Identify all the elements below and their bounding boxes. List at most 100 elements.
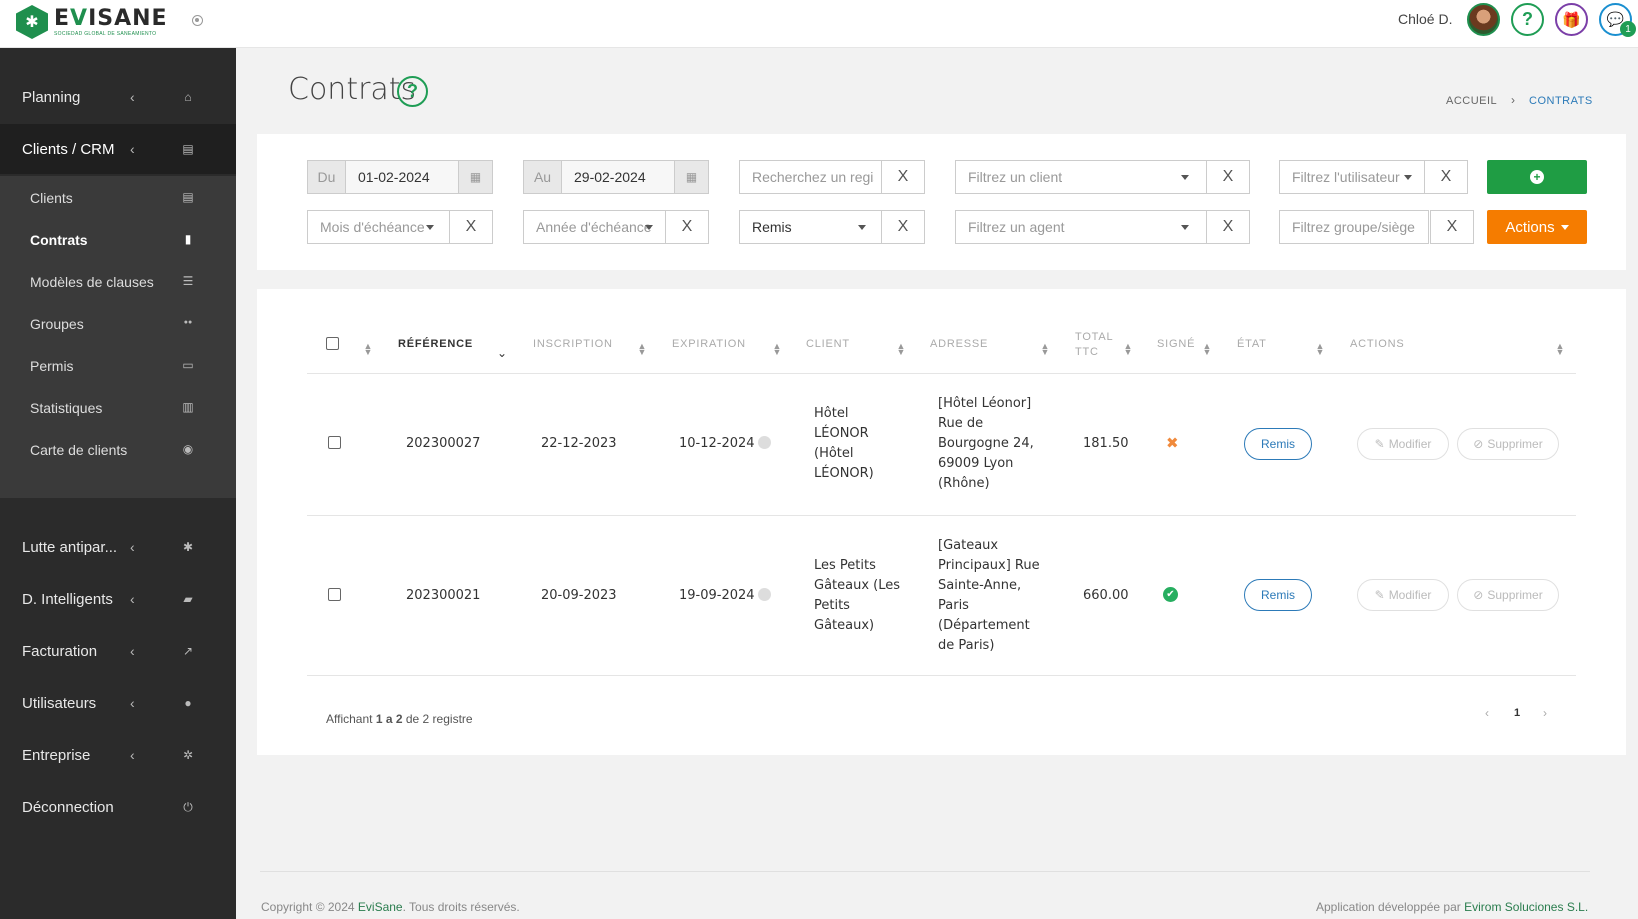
sort-icon[interactable]: ▲ ▼	[363, 342, 373, 357]
sort-icon[interactable]: ▲ ▼	[1315, 342, 1325, 357]
sort-icon[interactable]: ▲ ▼	[1123, 342, 1133, 357]
pager-page-1[interactable]: 1	[1514, 707, 1520, 719]
row-reference[interactable]: 202300027	[406, 434, 480, 454]
month-filter-select[interactable]: Mois d'échéance	[307, 210, 450, 244]
add-contract-button[interactable]: +	[1487, 160, 1587, 194]
date-from-field[interactable]: Du 01-02-2024 ▦	[307, 160, 493, 194]
gear-icon: ✲	[182, 748, 194, 762]
row-client[interactable]: Hôtel LÉONOR (Hôtel LÉONOR)	[814, 404, 874, 484]
actions-dropdown-button[interactable]: Actions	[1487, 210, 1587, 244]
clear-agent-button[interactable]: X	[1206, 210, 1250, 244]
submenu-item-carte-de-clients[interactable]: Carte de clients ◉	[0, 430, 236, 470]
header-signe[interactable]: SIGNÉ	[1157, 338, 1195, 350]
clear-user-button[interactable]: X	[1424, 160, 1468, 194]
clear-state-button[interactable]: X	[881, 210, 925, 244]
help-icon[interactable]: ?	[397, 76, 428, 107]
header-client[interactable]: CLIENT	[806, 338, 850, 350]
users-icon: ●●	[183, 319, 193, 326]
date-to-field[interactable]: Au 29-02-2024 ▦	[523, 160, 709, 194]
modify-button[interactable]: ✎ Modifier	[1357, 579, 1449, 611]
logo[interactable]: ✱ EVISANE SOCIEDAD GLOBAL DE SANEAMIENTO	[16, 5, 168, 39]
sidebar-item-d-intelligents[interactable]: D. Intelligents ‹ ▰	[0, 574, 236, 624]
sidebar-item-lutte-antiparasitaire[interactable]: Lutte antipar... ‹ ✱	[0, 522, 236, 572]
table-summary: Affichant 1 a 2 de 2 registre	[326, 712, 473, 726]
header-reference[interactable]: RÉFÉRENCE	[398, 338, 473, 350]
header-inscription[interactable]: INSCRIPTION	[533, 338, 613, 350]
state-badge-remis[interactable]: Remis	[1244, 428, 1312, 460]
caret-down-icon	[858, 225, 866, 230]
search-input[interactable]: Recherchez un registre	[739, 160, 882, 194]
eye-icon[interactable]	[757, 436, 771, 449]
client-filter-select[interactable]: Filtrez un client	[955, 160, 1207, 194]
row-reference[interactable]: 202300021	[406, 586, 480, 606]
row-total: 660.00	[1083, 588, 1129, 603]
sort-icon[interactable]: ▲ ▼	[637, 342, 647, 357]
submenu-item-groupes[interactable]: Groupes ●●	[0, 304, 236, 344]
avatar[interactable]	[1467, 3, 1500, 36]
sidebar-toggle-icon[interactable]	[192, 15, 203, 26]
select-all-checkbox[interactable]	[326, 337, 339, 350]
gift-icon[interactable]: 🎁	[1555, 3, 1588, 36]
header-actions: ACTIONS	[1350, 338, 1405, 350]
pager-next[interactable]: ›	[1543, 706, 1547, 720]
submenu-item-clients[interactable]: Clients ▤	[0, 178, 236, 218]
sidebar-item-planning[interactable]: Planning ‹ ⌂	[0, 72, 236, 122]
user-filter-select[interactable]: Filtrez l'utilisateur	[1279, 160, 1429, 194]
sidebar-item-entreprise[interactable]: Entreprise ‹ ✲	[0, 730, 236, 780]
submenu-item-contrats[interactable]: Contrats ▮	[0, 220, 236, 260]
sort-icon[interactable]: ▲ ▼	[1040, 342, 1050, 357]
breadcrumb-home[interactable]: ACCUEIL	[1446, 95, 1497, 107]
row-checkbox[interactable]	[328, 588, 341, 601]
copyright: Copyright © 2024 EviSane. Tous droits ré…	[261, 900, 520, 914]
calendar-icon[interactable]: ▦	[674, 161, 708, 193]
sidebar-item-clients-crm[interactable]: Clients / CRM ‹ ▤	[0, 124, 236, 174]
chart-line-icon: ↗	[182, 644, 194, 658]
header-ttc[interactable]: TTC	[1075, 346, 1099, 358]
group-filter-select[interactable]: Filtrez groupe/siège	[1279, 210, 1429, 244]
pager-prev[interactable]: ‹	[1485, 706, 1489, 720]
sort-icon[interactable]: ▲ ▼	[1555, 342, 1565, 357]
clear-client-button[interactable]: X	[1206, 160, 1250, 194]
submenu-item-permis[interactable]: Permis ▭	[0, 346, 236, 386]
agent-filter-select[interactable]: Filtrez un agent	[955, 210, 1207, 244]
header-etat[interactable]: ÉTAT	[1237, 338, 1267, 350]
state-badge-remis[interactable]: Remis	[1244, 579, 1312, 611]
submenu-item-modeles-de-clauses[interactable]: Modèles de clauses ☰	[0, 262, 236, 302]
chevron-left-icon: ‹	[130, 695, 135, 711]
sort-icon[interactable]: ▲ ▼	[772, 342, 782, 357]
clear-month-button[interactable]: X	[449, 210, 493, 244]
header-expiration[interactable]: EXPIRATION	[672, 338, 746, 350]
user-name[interactable]: Chloé D.	[1398, 11, 1452, 27]
row-expiration: 19-09-2024	[679, 586, 771, 606]
user-icon: ●	[184, 696, 192, 710]
calendar-icon[interactable]: ▦	[458, 161, 492, 193]
year-filter-select[interactable]: Année d'échéance	[523, 210, 666, 244]
edit-icon: ✎	[1374, 437, 1385, 451]
caret-down-icon	[1560, 224, 1569, 230]
clear-search-button[interactable]: X	[881, 160, 925, 194]
brand-tagline: SOCIEDAD GLOBAL DE SANEAMIENTO	[54, 30, 157, 37]
help-icon[interactable]: ?	[1511, 3, 1544, 36]
submenu-item-statistiques[interactable]: Statistiques ▥	[0, 388, 236, 428]
developer-link[interactable]: Evirom Soluciones S.L.	[1464, 900, 1588, 914]
clear-year-button[interactable]: X	[665, 210, 709, 244]
caret-down-icon	[645, 225, 653, 230]
row-checkbox[interactable]	[328, 436, 341, 449]
sidebar-item-deconnection[interactable]: Déconnection ⏻	[0, 782, 236, 832]
sort-desc-icon[interactable]: ⌄	[497, 347, 507, 359]
filters-panel	[257, 134, 1626, 270]
row-client[interactable]: Les Petits Gâteaux (Les Petits Gâteaux)	[814, 556, 900, 636]
clear-group-button[interactable]: X	[1430, 210, 1474, 244]
state-filter-select[interactable]: Remis	[739, 210, 882, 244]
sort-icon[interactable]: ▲ ▼	[896, 342, 906, 357]
caret-down-icon	[426, 225, 434, 230]
delete-button[interactable]: ⊘ Supprimer	[1457, 579, 1559, 611]
header-total[interactable]: TOTAL	[1075, 331, 1113, 343]
sort-icon[interactable]: ▲ ▼	[1202, 342, 1212, 357]
sidebar-item-utilisateurs[interactable]: Utilisateurs ‹ ●	[0, 678, 236, 728]
sidebar-item-facturation[interactable]: Facturation ‹ ↗	[0, 626, 236, 676]
eye-icon[interactable]	[757, 588, 771, 601]
header-adresse[interactable]: ADRESSE	[930, 338, 988, 350]
modify-button[interactable]: ✎ Modifier	[1357, 428, 1449, 460]
delete-button[interactable]: ⊘ Supprimer	[1457, 428, 1559, 460]
